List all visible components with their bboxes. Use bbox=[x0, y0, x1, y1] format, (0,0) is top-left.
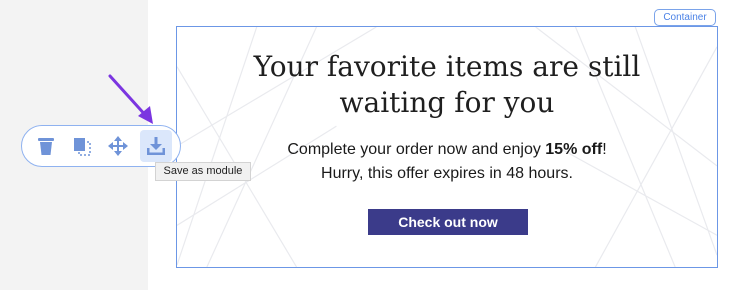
headline-line-2: waiting for you bbox=[339, 86, 555, 119]
body-suffix: ! bbox=[602, 141, 607, 158]
body-line-1: Complete your order now and enjoy 15% of… bbox=[177, 138, 717, 162]
move-button[interactable] bbox=[102, 130, 134, 162]
save-as-module-tooltip: Save as module bbox=[155, 162, 251, 181]
headline-line-1: Your favorite items are still bbox=[253, 50, 641, 83]
block-toolbar bbox=[21, 125, 181, 167]
annotation-arrow-icon bbox=[108, 74, 153, 124]
duplicate-button[interactable] bbox=[66, 130, 98, 162]
move-icon bbox=[108, 136, 128, 156]
save-as-module-button[interactable] bbox=[140, 130, 172, 162]
duplicate-icon bbox=[74, 138, 91, 156]
checkout-button[interactable]: Check out now bbox=[368, 209, 528, 235]
email-headline: Your favorite items are still waiting fo… bbox=[177, 49, 717, 121]
email-container[interactable]: Your favorite items are still waiting fo… bbox=[176, 26, 718, 268]
trash-icon bbox=[38, 138, 54, 155]
body-prefix: Complete your order now and enjoy bbox=[287, 141, 546, 158]
discount-text: 15% off bbox=[545, 141, 603, 158]
container-label[interactable]: Container bbox=[654, 9, 716, 26]
email-body: Complete your order now and enjoy 15% of… bbox=[177, 138, 717, 186]
save-module-icon bbox=[147, 137, 165, 155]
delete-button[interactable] bbox=[30, 130, 62, 162]
body-line-2: Hurry, this offer expires in 48 hours. bbox=[321, 165, 573, 182]
